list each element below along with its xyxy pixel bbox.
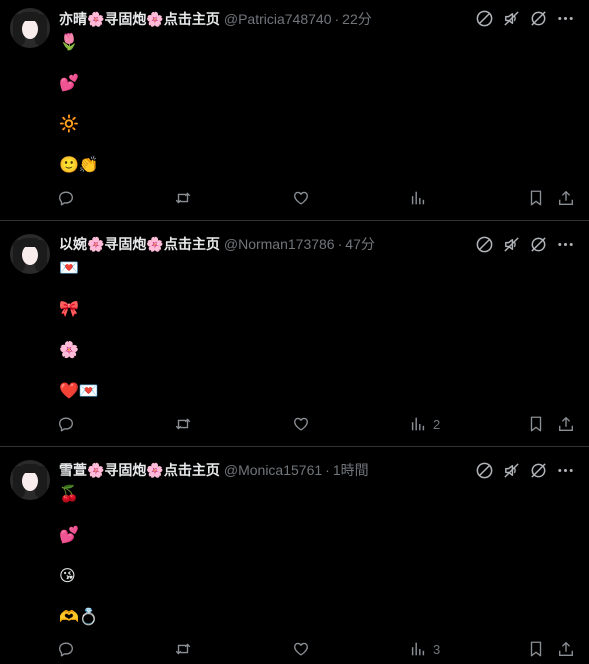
post-text-line: 🙂👏 — [59, 155, 99, 174]
retweet-button[interactable] — [174, 188, 192, 208]
post-action-bar: 2 — [57, 414, 575, 434]
post-timestamp[interactable]: 22分 — [342, 9, 372, 29]
views-icon — [411, 417, 425, 431]
bookmark-icon — [530, 641, 542, 657]
post[interactable]: 以婉🌸寻固炮🌸点击主页 @Norman173786 · 47分 💌 🎀 🌸 ❤️… — [0, 226, 589, 447]
separator-dot: · — [337, 236, 343, 252]
bookmark-icon — [530, 416, 542, 432]
separator-dot: · — [325, 462, 330, 478]
avatar[interactable] — [10, 234, 50, 274]
like-button[interactable] — [292, 639, 310, 659]
more-icon[interactable] — [556, 461, 575, 480]
display-name[interactable]: 雪萱🌸寻固炮🌸点击主页 — [59, 460, 220, 480]
like-icon — [294, 642, 308, 656]
display-name[interactable]: 亦晴🌸寻固炮🌸点击主页 — [59, 9, 220, 29]
bookmark-icon — [530, 190, 542, 206]
grok-icon[interactable] — [475, 235, 494, 254]
display-name[interactable]: 以婉🌸寻固炮🌸点击主页 — [59, 234, 220, 254]
views-icon — [411, 191, 425, 205]
avatar-face — [22, 245, 38, 265]
reply-icon — [59, 417, 73, 432]
views-button[interactable]: 3 — [409, 639, 440, 659]
timeline-feed: 亦晴🌸寻固炮🌸点击主页 @Patricia748740 · 22分 🌷 💕 🔆 … — [0, 0, 589, 664]
avatar[interactable] — [10, 8, 50, 48]
grok-icon[interactable] — [475, 9, 494, 28]
more-icon[interactable] — [556, 9, 575, 28]
mute-icon[interactable] — [502, 235, 521, 254]
retweet-icon — [175, 192, 191, 204]
post-header: 以婉🌸寻固炮🌸点击主页 @Norman173786 · 47分 — [59, 235, 375, 253]
avatar[interactable] — [10, 460, 50, 500]
avatar-face — [22, 19, 38, 39]
post-text-line: ❤️💌 — [59, 381, 99, 400]
views-count: 3 — [433, 641, 441, 657]
post-timestamp[interactable]: 1時間 — [333, 460, 369, 480]
post[interactable]: 雪萱🌸寻固炮🌸点击主页 @Monica15761 · 1時間 🍒 💕 😘 🫶💍 — [0, 452, 589, 664]
like-button[interactable] — [292, 414, 310, 434]
share-icon — [559, 191, 573, 205]
post-text-line: 🎀 — [59, 299, 79, 318]
post[interactable]: 亦晴🌸寻固炮🌸点击主页 @Patricia748740 · 22分 🌷 💕 🔆 … — [0, 0, 589, 221]
post-text-line: 💕 — [59, 73, 79, 92]
avatar-bangs — [19, 464, 41, 473]
post-text-line: 🫶💍 — [59, 607, 99, 626]
post-text-line: 😘 — [59, 566, 76, 585]
avatar-bangs — [19, 238, 41, 247]
mute-icon[interactable] — [502, 9, 521, 28]
post-text: 🌷 💕 🔆 🙂👏 — [59, 32, 99, 196]
mute-icon[interactable] — [502, 461, 521, 480]
post-text-line: 🔆 — [59, 114, 79, 133]
post-header: 雪萱🌸寻固炮🌸点击主页 @Monica15761 · 1時間 — [59, 461, 369, 479]
block-icon[interactable] — [529, 235, 548, 254]
user-handle[interactable]: @Monica15761 — [224, 462, 322, 478]
reply-button[interactable] — [57, 188, 75, 208]
post-timestamp[interactable]: 47分 — [345, 234, 375, 254]
reply-button[interactable] — [57, 414, 75, 434]
avatar-bangs — [19, 12, 41, 21]
views-count: 2 — [433, 416, 441, 432]
reply-button[interactable] — [57, 639, 75, 659]
avatar-face — [22, 471, 38, 491]
post-text: 💌 🎀 🌸 ❤️💌 — [59, 258, 99, 422]
more-icon[interactable] — [556, 235, 575, 254]
user-handle[interactable]: @Patricia748740 — [224, 11, 332, 27]
views-icon — [411, 642, 425, 656]
like-button[interactable] — [292, 188, 310, 208]
post-action-bar — [57, 188, 575, 208]
share-button[interactable] — [557, 188, 575, 208]
views-button[interactable]: 2 — [409, 414, 440, 434]
post-top-actions — [475, 9, 575, 28]
like-icon — [294, 417, 308, 431]
grok-icon[interactable] — [475, 461, 494, 480]
post-text: 🍒 💕 😘 🫶💍 — [59, 484, 99, 648]
post-text-line: 🌷 — [59, 32, 79, 51]
reply-icon — [59, 642, 73, 657]
post-top-actions — [475, 461, 575, 480]
block-icon[interactable] — [529, 9, 548, 28]
post-text-line: 🌸 — [59, 340, 79, 359]
share-button[interactable] — [557, 414, 575, 434]
post-text-line: 💌 — [59, 258, 79, 277]
retweet-icon — [175, 418, 191, 430]
post-header: 亦晴🌸寻固炮🌸点击主页 @Patricia748740 · 22分 — [59, 10, 372, 28]
retweet-icon — [175, 643, 191, 655]
views-button[interactable] — [409, 188, 433, 208]
like-icon — [294, 191, 308, 205]
retweet-button[interactable] — [174, 414, 192, 434]
post-text-line: 🍒 — [59, 484, 79, 503]
post-text-line: 💕 — [59, 525, 79, 544]
reply-icon — [59, 191, 73, 206]
post-action-bar: 3 — [57, 639, 575, 659]
post-top-actions — [475, 235, 575, 254]
bookmark-button[interactable] — [527, 414, 545, 434]
user-handle[interactable]: @Norman173786 — [224, 236, 335, 252]
bookmark-button[interactable] — [527, 639, 545, 659]
retweet-button[interactable] — [174, 639, 192, 659]
share-button[interactable] — [557, 639, 575, 659]
share-icon — [559, 642, 573, 656]
bookmark-button[interactable] — [527, 188, 545, 208]
block-icon[interactable] — [529, 461, 548, 480]
share-icon — [559, 417, 573, 431]
separator-dot: · — [334, 11, 340, 27]
